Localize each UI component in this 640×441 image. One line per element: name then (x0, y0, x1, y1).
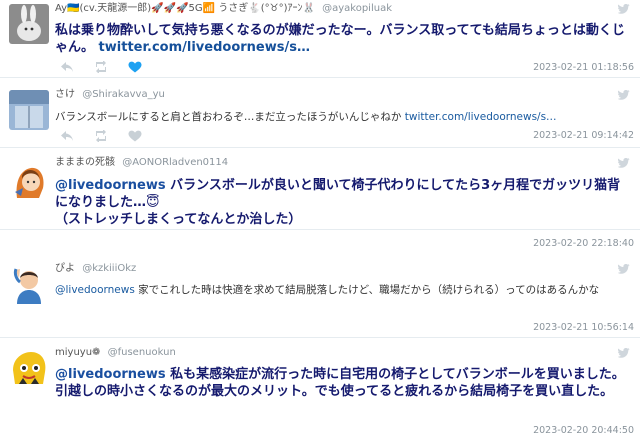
tweet-timestamp[interactable]: 2023-02-21 01:18:56 (533, 62, 634, 73)
tweet-feed: Ay🇺🇦(cv.天龍源一郎)🚀🚀🚀5G📶 うさぎ🐇(°♉°)ｱｰﾝ🐰 @ayak… (0, 0, 640, 441)
twitter-bird-icon[interactable] (618, 158, 630, 168)
mention-link[interactable]: @livedoornews (55, 367, 166, 382)
like-heart-icon[interactable] (128, 130, 142, 142)
tweet-timestamp[interactable]: 2023-02-21 09:14:42 (533, 130, 634, 141)
tweet-timestamp[interactable]: 2023-02-20 20:44:50 (533, 425, 634, 436)
tweet-text: @livedoornews バランスボールが良いと聞いて椅子代わりにしてたら3ヶ… (55, 177, 632, 228)
tweet-header: まままの死骸 @AONORladven0114 (55, 156, 228, 170)
tweet-card: Ay🇺🇦(cv.天龍源一郎)🚀🚀🚀5G📶 うさぎ🐇(°♉°)ｱｰﾝ🐰 @ayak… (0, 0, 640, 78)
tweet-header: Ay🇺🇦(cv.天龍源一郎)🚀🚀🚀5G📶 うさぎ🐇(°♉°)ｱｰﾝ🐰 @ayak… (55, 2, 392, 16)
orange-character-avatar-icon (9, 162, 49, 202)
user-handle[interactable]: @AONORladven0114 (122, 157, 228, 168)
retweet-icon[interactable] (94, 130, 108, 142)
tweet-header: miyuyu❁ @fusenuokun (55, 346, 176, 360)
tweet-timestamp[interactable]: 2023-02-21 10:56:14 (533, 322, 634, 333)
twitter-bird-icon[interactable] (618, 348, 630, 358)
tweet-card: miyuyu❁ @fusenuokun @livedoornews 私も某感染症… (0, 342, 640, 441)
tweet-text: @livedoornews 家でこれした時は快適を求めて結局脱落したけど、職場だ… (55, 282, 632, 299)
tweet-header: ぴよ @kzkiiiOkz (55, 262, 136, 276)
mention-link[interactable]: @livedoornews (55, 284, 135, 296)
tweet-card: ぴよ @kzkiiiOkz @livedoornews 家でこれした時は快適を求… (0, 258, 640, 338)
reply-icon[interactable] (60, 61, 74, 73)
user-name[interactable]: まままの死骸 (55, 157, 115, 168)
window-photo-avatar-icon (9, 90, 49, 130)
tweet-card: さけ @Shirakavva_yu バランスボールにすると肩と首おわるぞ…まだ立… (0, 86, 640, 148)
rabbit-avatar-icon (9, 4, 49, 44)
reply-icon[interactable] (60, 130, 74, 142)
user-handle[interactable]: @Shirakavva_yu (82, 89, 165, 100)
tweet-body-text: 家でこれした時は快適を求めて結局脱落したけど、職場だから（続けられる）ってのはあ… (134, 284, 600, 296)
twitter-bird-icon[interactable] (618, 4, 630, 14)
user-handle[interactable]: @ayakopiluak (322, 3, 392, 14)
retweet-icon[interactable] (94, 61, 108, 73)
tweet-body-text-line2: （ストレッチしまくってなんとか治した） (55, 212, 302, 227)
user-name[interactable]: さけ (55, 89, 75, 100)
yellow-mascot-avatar-icon (9, 348, 49, 388)
user-handle[interactable]: @fusenuokun (108, 347, 176, 358)
twitter-bird-icon[interactable] (618, 90, 630, 100)
tweet-actions (60, 61, 142, 73)
like-heart-icon[interactable] (128, 61, 142, 73)
avatar[interactable] (9, 4, 49, 44)
tweet-actions (60, 130, 142, 142)
user-name[interactable]: Ay🇺🇦(cv.天龍源一郎)🚀🚀🚀5G📶 うさぎ🐇(°♉°)ｱｰﾝ🐰 (55, 3, 315, 14)
tweet-text: @livedoornews 私も某感染症が流行った時に自宅用の椅子としてバランボ… (55, 366, 632, 400)
avatar[interactable] (9, 264, 49, 304)
avatar[interactable] (9, 90, 49, 130)
tweet-timestamp[interactable]: 2023-02-20 22:18:40 (533, 238, 634, 249)
mention-link[interactable]: @livedoornews (55, 178, 166, 193)
tweet-link[interactable]: twitter.com/livedoornews/s… (405, 111, 557, 123)
tweet-text: 私は乗り物酔いして気持ち悪くなるのが嫌だったなー。バランス取ってても結局ちょっと… (55, 22, 632, 56)
tweet-link[interactable]: twitter.com/livedoornews/s… (99, 40, 310, 55)
avatar[interactable] (9, 348, 49, 388)
avatar[interactable] (9, 162, 49, 202)
tweet-body-text: バランスボールにすると肩と首おわるぞ…まだ立ったほうがいんじゃねか (55, 111, 402, 123)
tweet-text: バランスボールにすると肩と首おわるぞ…まだ立ったほうがいんじゃねか twitte… (55, 109, 632, 126)
tweet-header: さけ @Shirakavva_yu (55, 88, 165, 102)
person-holding-head-avatar-icon (9, 264, 49, 304)
user-handle[interactable]: @kzkiiiOkz (82, 263, 136, 274)
user-name[interactable]: ぴよ (55, 263, 75, 274)
twitter-bird-icon[interactable] (618, 264, 630, 274)
user-name[interactable]: miyuyu❁ (55, 347, 100, 358)
tweet-card: まままの死骸 @AONORladven0114 @livedoornews バラ… (0, 152, 640, 249)
